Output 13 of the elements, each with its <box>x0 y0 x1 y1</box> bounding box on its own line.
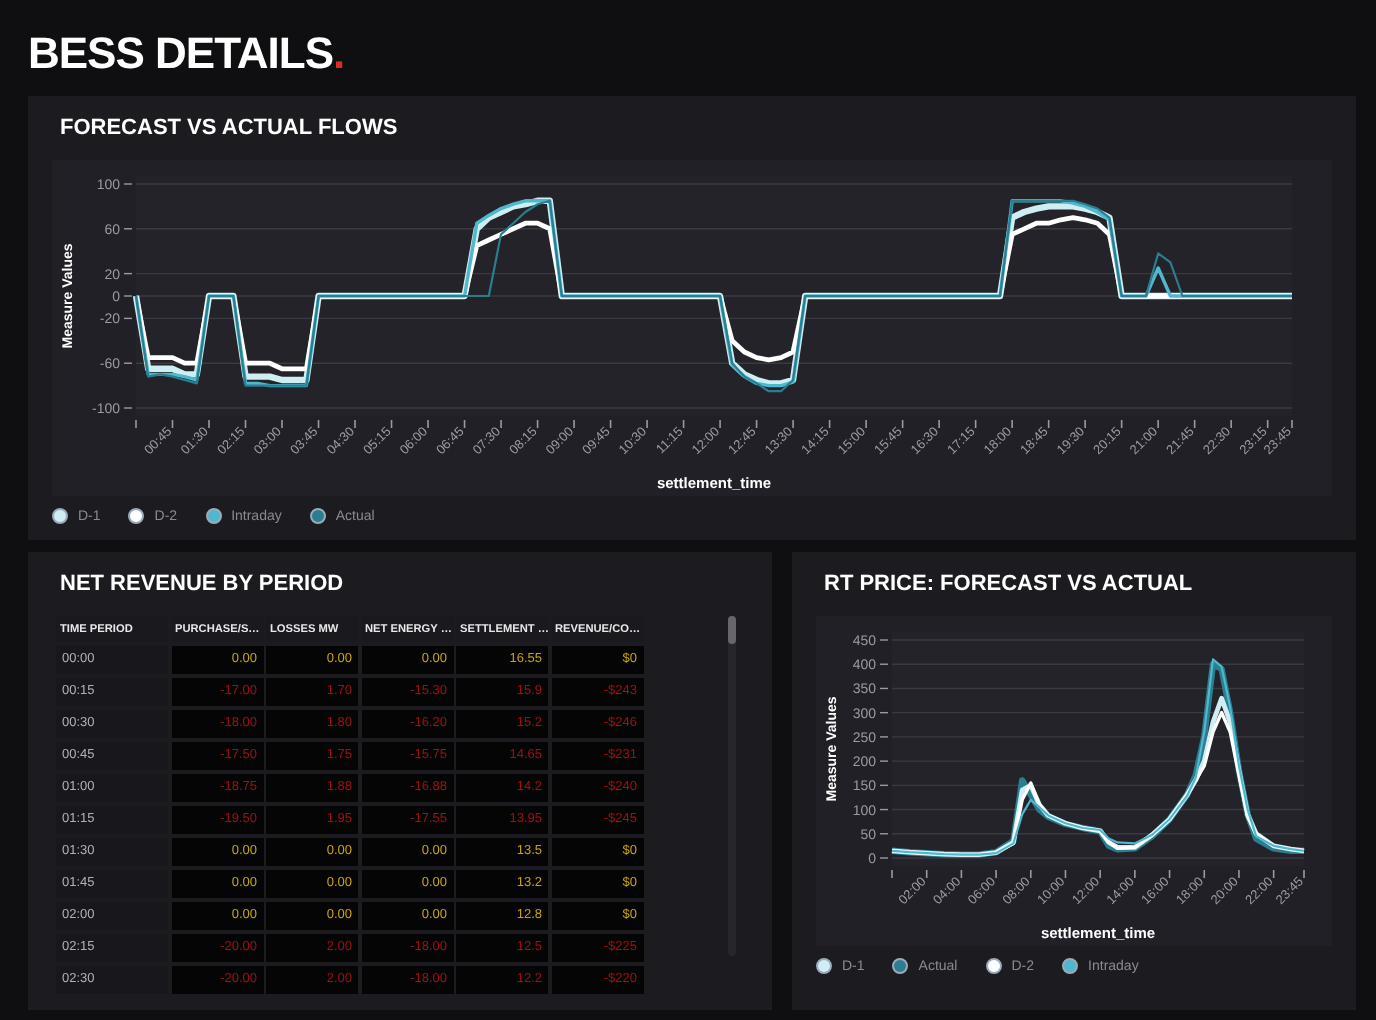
panel-title: FORECAST VS ACTUAL FLOWS <box>60 116 400 140</box>
legend-dot[interactable] <box>52 508 68 524</box>
legend-dot[interactable] <box>205 508 222 524</box>
legend-dot[interactable] <box>816 958 832 974</box>
title-accent: . <box>333 28 345 78</box>
panel-title: RT PRICE: FORECAST VS ACTUAL <box>824 572 1195 596</box>
legend-dot[interactable] <box>128 508 145 524</box>
legend-dot[interactable] <box>309 508 326 524</box>
legend-dot[interactable] <box>985 958 1002 974</box>
legend-dot[interactable] <box>892 958 909 974</box>
legend-dot[interactable] <box>1062 958 1079 974</box>
page-title: BESS DETAILS <box>28 28 334 78</box>
panel-title: NET REVENUE BY PERIOD <box>60 572 346 596</box>
